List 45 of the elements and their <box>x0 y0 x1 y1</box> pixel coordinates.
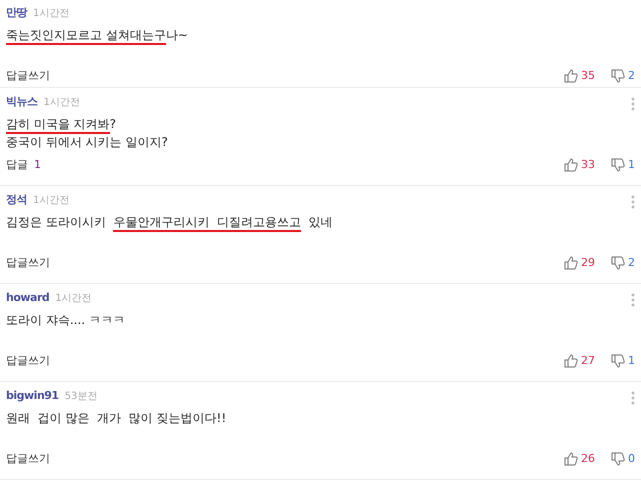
reply-link[interactable]: 답글쓰기 <box>6 450 50 467</box>
timestamp: 1시간전 <box>55 293 92 304</box>
author-name[interactable]: 정석 <box>6 193 27 206</box>
timestamp: 1시간전 <box>44 97 80 108</box>
more-icon[interactable] <box>631 96 635 111</box>
comment-text: 김정은 또라이시키 우물안개구리시키 디질려고용쓰고 있네 <box>6 212 635 230</box>
reply-link[interactable]: 답글쓰기 <box>6 254 50 271</box>
reply-link[interactable]: 답글쓰기 <box>6 68 50 84</box>
dislike-button[interactable]: 1 <box>611 156 635 173</box>
author-name[interactable]: 만땅 <box>6 6 27 19</box>
author-name[interactable]: howard <box>6 291 50 304</box>
timestamp: 1시간전 <box>33 195 70 206</box>
more-icon[interactable] <box>631 194 635 209</box>
comment-text: 중국이 뒤에서 시키는 일이지? <box>6 134 169 150</box>
thumbs-down-icon <box>611 68 625 83</box>
dislike-button[interactable]: 1 <box>611 352 635 369</box>
comment-text: 또라이 쟈슥.... ㅋㅋㅋ <box>6 312 126 328</box>
author-name[interactable]: bigwin91 <box>6 389 59 402</box>
thumbs-up-icon <box>564 354 578 368</box>
thumbs-down-icon <box>611 354 625 368</box>
like-button[interactable]: 33 <box>564 156 595 173</box>
thumbs-up-icon <box>564 158 578 172</box>
timestamp: 1시간전 <box>33 8 70 19</box>
dislike-button[interactable]: 0 <box>611 450 635 467</box>
thumbs-down-icon <box>611 256 625 270</box>
reply-link[interactable]: 답글 1 <box>6 156 41 173</box>
thumbs-down-icon <box>611 452 625 466</box>
author-name[interactable]: 빅뉴스 <box>6 95 38 108</box>
comment-text: 감히 미국을 지켜봐? <box>6 114 635 132</box>
thumbs-down-icon <box>611 158 625 172</box>
timestamp: 53분전 <box>64 391 98 402</box>
dislike-button[interactable]: 2 <box>611 68 635 84</box>
thumbs-up-icon <box>564 256 578 270</box>
like-button[interactable]: 29 <box>564 254 595 271</box>
more-icon[interactable] <box>631 390 635 405</box>
comment-text: 원래 겁이 많은 개가 많이 짖는법이다!! <box>6 410 228 426</box>
like-button[interactable]: 27 <box>564 352 595 369</box>
thumbs-up-icon <box>564 452 578 466</box>
more-icon[interactable] <box>631 292 635 307</box>
like-button[interactable]: 35 <box>564 68 595 84</box>
dislike-button[interactable]: 2 <box>611 254 635 271</box>
thumbs-up-icon <box>564 68 578 83</box>
reply-link[interactable]: 답글쓰기 <box>6 352 50 369</box>
like-button[interactable]: 26 <box>564 450 595 467</box>
comment-text: 죽는짓인지모르고 설쳐대는구나~ <box>6 26 635 44</box>
